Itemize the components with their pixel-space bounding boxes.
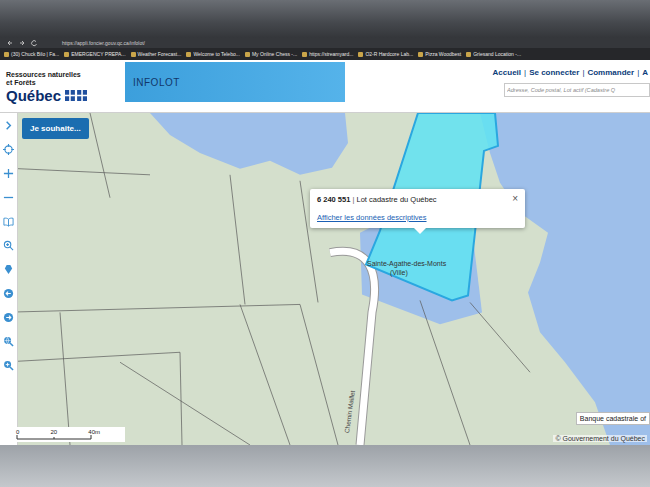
- nav-links: Accueil|Se connecter|Commander|A: [493, 68, 650, 77]
- lot-number: 6 240 551: [317, 195, 350, 204]
- lot-boundary: [0, 352, 180, 362]
- previous-view-icon[interactable]: [3, 288, 14, 299]
- copyright: © Gouvernement du Québec: [553, 435, 647, 442]
- lot-type: Lot cadastre du Québec: [357, 195, 437, 204]
- next-view-icon[interactable]: [3, 312, 14, 323]
- map-toolbar: [0, 113, 18, 445]
- bookmark[interactable]: Weather Forecast...: [131, 51, 182, 57]
- bookmark[interactable]: Griesand Location -...: [466, 51, 521, 57]
- source-tag: Banque cadastrale of: [576, 412, 650, 425]
- bookmarks-bar: (30) Chuck Bilo | Fa... EMERGENCY PREPA..…: [0, 48, 650, 60]
- map[interactable]: Sainte-Agathe-des-Monts(Ville) Chemin Mai…: [0, 112, 650, 445]
- scale-tick-label: 40m: [88, 429, 100, 435]
- magnifier-plus-icon[interactable]: [3, 240, 14, 251]
- popup-title: 6 240 551 | Lot cadastre du Québec: [317, 195, 437, 204]
- lot-boundary: [230, 175, 245, 305]
- scale-tick-label: 0: [16, 429, 19, 435]
- nav-link[interactable]: A: [642, 68, 648, 77]
- road-label: Chemin Maillet: [343, 390, 356, 434]
- lot-boundary: [420, 300, 470, 445]
- full-extent-icon[interactable]: [3, 336, 14, 347]
- popup-pointer: [414, 228, 426, 234]
- lot-popup: 6 240 551 | Lot cadastre du Québec × Affic…: [310, 189, 525, 228]
- favicon-icon: [245, 52, 250, 57]
- screen: https://appli.foncier.gouv.qc.ca/infolot…: [0, 0, 650, 487]
- nav-separator: |: [582, 68, 584, 77]
- favicon-icon: [466, 52, 471, 57]
- reload-icon[interactable]: [30, 39, 38, 47]
- favicon-icon: [358, 52, 363, 57]
- screen-bottom: [0, 445, 650, 487]
- layers-icon[interactable]: [3, 264, 14, 275]
- search-input[interactable]: [504, 83, 650, 97]
- book-icon[interactable]: [3, 216, 14, 227]
- bookmark[interactable]: Pizza Woodbest: [418, 51, 461, 57]
- bookmark[interactable]: (30) Chuck Bilo | Fa...: [4, 51, 59, 57]
- lot-boundary: [240, 304, 290, 445]
- browser-tab-strip: [0, 0, 650, 38]
- forward-icon[interactable]: [18, 39, 26, 47]
- scale-bar: 0 20 40m: [12, 427, 125, 442]
- lot-boundary: [300, 304, 338, 445]
- nav-link[interactable]: Accueil: [493, 68, 521, 77]
- flag-icon: [65, 90, 87, 101]
- ministry-name: et Forêts: [6, 79, 125, 87]
- road: [330, 251, 375, 445]
- quebec-logo[interactable]: Ressources naturelleset ForêtsQuébec: [0, 60, 125, 104]
- zoom-box-icon[interactable]: [3, 360, 14, 371]
- scale-tick-label: 20: [50, 429, 57, 435]
- favicon-icon: [186, 52, 191, 57]
- zoom-in-icon[interactable]: [3, 168, 14, 179]
- place-label: Sainte-Agathe-des-Monts: [367, 260, 447, 268]
- site-header: Ressources naturelleset ForêtsQuébec INFO…: [0, 60, 650, 112]
- lot-boundary: [470, 302, 530, 372]
- descriptive-data-link[interactable]: Afficher les données descriptives: [317, 213, 518, 222]
- map-canvas[interactable]: Sainte-Agathe-des-Monts(Ville) Chemin Mai…: [0, 113, 650, 445]
- logo-text: Québec: [6, 87, 61, 104]
- url-field[interactable]: https://appli.foncier.gouv.qc.ca/infolot…: [42, 40, 145, 46]
- lake: [150, 113, 348, 175]
- favicon-icon: [131, 52, 136, 57]
- close-button[interactable]: ×: [512, 194, 518, 204]
- address-bar: https://appli.foncier.gouv.qc.ca/infolot…: [0, 38, 650, 48]
- app-title: INFOLOT: [133, 77, 180, 88]
- back-icon[interactable]: [6, 39, 14, 47]
- bookmark[interactable]: EMERGENCY PREPA...: [64, 51, 125, 57]
- ministry-name: Ressources naturelles: [6, 71, 125, 79]
- place-label: (Ville): [390, 269, 408, 277]
- scale-line-icon: [16, 435, 96, 440]
- action-button[interactable]: Je souhaite...: [22, 118, 89, 139]
- road: [330, 251, 375, 445]
- nav-separator: |: [637, 68, 639, 77]
- app-title-band: INFOLOT: [125, 62, 345, 102]
- zoom-out-icon[interactable]: [3, 192, 14, 203]
- expand-icon[interactable]: [3, 120, 14, 131]
- lot-boundary: [180, 352, 182, 445]
- nav-link[interactable]: Commander: [587, 68, 634, 77]
- nav-separator: |: [524, 68, 526, 77]
- lot-boundary: [0, 304, 300, 312]
- favicon-icon: [302, 52, 307, 57]
- lot-boundary: [90, 113, 110, 198]
- nav-link[interactable]: Se connecter: [529, 68, 579, 77]
- favicon-icon: [4, 52, 9, 57]
- bookmark[interactable]: My Online Chess -...: [245, 51, 297, 57]
- bookmark[interactable]: https://streamyard...: [302, 51, 353, 57]
- bookmark[interactable]: Welcome to Telebo...: [186, 51, 240, 57]
- locate-icon[interactable]: [3, 144, 14, 155]
- lot-boundary: [120, 362, 250, 445]
- lot-boundary: [0, 168, 150, 175]
- favicon-icon: [418, 52, 423, 57]
- favicon-icon: [64, 52, 69, 57]
- lake: [480, 113, 650, 445]
- lot-boundary: [60, 312, 70, 445]
- bookmark[interactable]: O2-R Hardcore Lab...: [358, 51, 413, 57]
